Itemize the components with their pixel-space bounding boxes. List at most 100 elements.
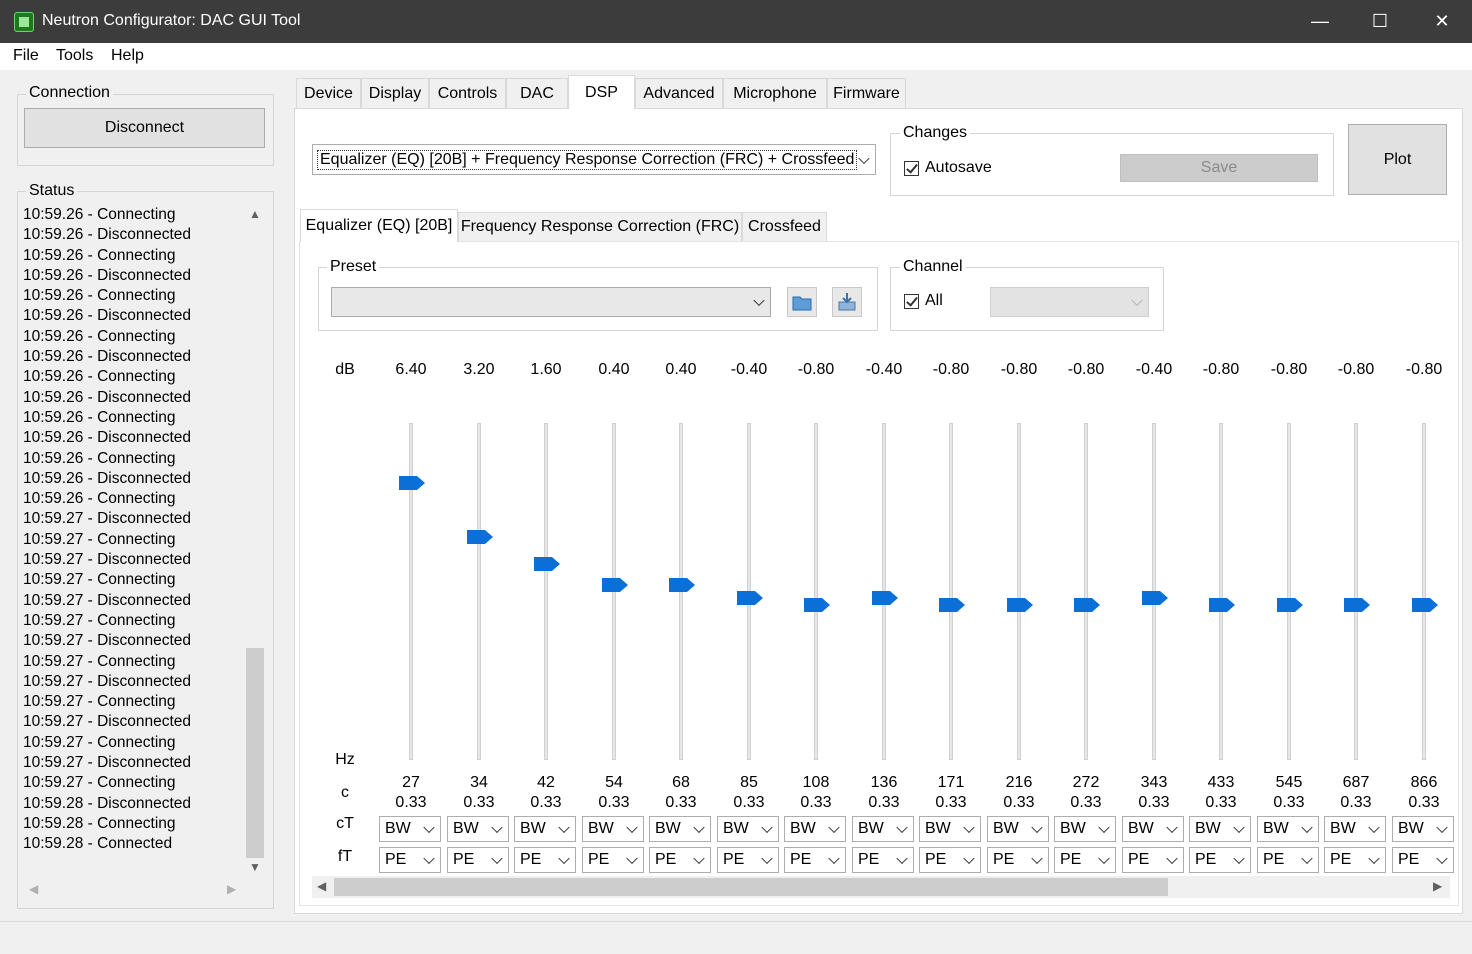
band-ft-select[interactable]: PE	[1392, 847, 1454, 873]
disconnect-button[interactable]: Disconnect	[24, 108, 265, 148]
scroll-left-icon[interactable]: ◀	[317, 879, 326, 893]
band-slider-track[interactable]	[544, 423, 548, 760]
channel-label: Channel	[900, 258, 966, 276]
band-ct-select[interactable]: BW	[649, 816, 711, 842]
band-ft-select[interactable]: PE	[717, 847, 779, 873]
band-slider-track[interactable]	[1084, 423, 1088, 760]
band-ct-select[interactable]: BW	[514, 816, 576, 842]
band-ft-select[interactable]: PE	[379, 847, 441, 873]
band-slider-thumb[interactable]	[533, 556, 561, 572]
band-slider-thumb[interactable]	[668, 577, 696, 593]
band-ft-select[interactable]: PE	[514, 847, 576, 873]
scroll-down-icon[interactable]: ▼	[249, 860, 261, 874]
minimize-button[interactable]: —	[1290, 0, 1350, 43]
scroll-up-icon[interactable]: ▲	[249, 207, 261, 221]
band-ft-select[interactable]: PE	[649, 847, 711, 873]
plot-button[interactable]: Plot	[1348, 124, 1447, 195]
band-ft-select[interactable]: PE	[1189, 847, 1251, 873]
band-slider-track[interactable]	[1422, 423, 1426, 760]
band-ct-select[interactable]: BW	[1122, 816, 1184, 842]
band-ft-select[interactable]: PE	[919, 847, 981, 873]
tab-microphone[interactable]: Microphone	[723, 78, 827, 108]
band-ct-select[interactable]: BW	[852, 816, 914, 842]
band-ct-select[interactable]: BW	[717, 816, 779, 842]
band-slider-thumb[interactable]	[1006, 597, 1034, 613]
band-slider-thumb[interactable]	[601, 577, 629, 593]
subtab-frc[interactable]: Frequency Response Correction (FRC)	[458, 212, 742, 241]
band-ct-select[interactable]: BW	[1392, 816, 1454, 842]
band-slider-thumb[interactable]	[1276, 597, 1304, 613]
band-slider-track[interactable]	[477, 423, 481, 760]
band-slider-thumb[interactable]	[1411, 597, 1439, 613]
band-ct-select[interactable]: BW	[1324, 816, 1386, 842]
band-slider-thumb[interactable]	[736, 590, 764, 606]
band-ft-select[interactable]: PE	[582, 847, 644, 873]
band-slider-track[interactable]	[814, 423, 818, 760]
band-ct-select[interactable]: BW	[987, 816, 1049, 842]
band-ct-select[interactable]: BW	[784, 816, 846, 842]
band-ct-select[interactable]: BW	[582, 816, 644, 842]
band-slider-thumb[interactable]	[398, 475, 426, 491]
band-slider-track[interactable]	[409, 423, 413, 760]
band-slider-thumb[interactable]	[938, 597, 966, 613]
band-ft-select[interactable]: PE	[1257, 847, 1319, 873]
subtab-equalizer[interactable]: Equalizer (EQ) [20B]	[300, 209, 458, 242]
band-ft-select[interactable]: PE	[784, 847, 846, 873]
scroll-right-icon[interactable]: ▶	[227, 882, 236, 896]
close-button[interactable]: ✕	[1412, 0, 1472, 43]
scroll-right-icon[interactable]: ▶	[1433, 879, 1442, 893]
band-slider-track[interactable]	[1219, 423, 1223, 760]
band-ft-select[interactable]: PE	[1122, 847, 1184, 873]
band-slider-thumb[interactable]	[803, 597, 831, 613]
band-slider-thumb[interactable]	[1343, 597, 1371, 613]
window-title: Neutron Configurator: DAC GUI Tool	[42, 12, 301, 29]
band-slider-track[interactable]	[1354, 423, 1358, 760]
band-ft-select[interactable]: PE	[852, 847, 914, 873]
channel-all-checkbox[interactable]	[904, 294, 919, 309]
band-ct-select[interactable]: BW	[1257, 816, 1319, 842]
band-slider-track[interactable]	[1287, 423, 1291, 760]
tab-device[interactable]: Device	[296, 78, 361, 108]
tab-advanced[interactable]: Advanced	[635, 78, 723, 108]
band-slider-thumb[interactable]	[1141, 590, 1169, 606]
band-ft-select[interactable]: PE	[1054, 847, 1116, 873]
preset-select[interactable]	[331, 287, 771, 317]
channel-select[interactable]	[990, 287, 1149, 317]
open-folder-button[interactable]	[787, 287, 817, 317]
band-slider-thumb[interactable]	[466, 529, 494, 545]
band-ft-select[interactable]: PE	[1324, 847, 1386, 873]
dsp-mode-select[interactable]: Equalizer (EQ) [20B] + Frequency Respons…	[312, 144, 876, 175]
band-slider-track[interactable]	[1017, 423, 1021, 760]
menu-file[interactable]: File	[13, 47, 39, 65]
band-ct-select[interactable]: BW	[379, 816, 441, 842]
band-ct-select[interactable]: BW	[1054, 816, 1116, 842]
status-vertical-scrollbar[interactable]: ▲ ▼	[245, 205, 265, 878]
subtab-crossfeed[interactable]: Crossfeed	[742, 212, 827, 241]
save-preset-button[interactable]	[832, 287, 862, 317]
eq-horizontal-scrollbar[interactable]: ◀ ▶	[312, 876, 1450, 898]
band-ct-select[interactable]: BW	[447, 816, 509, 842]
tab-firmware[interactable]: Firmware	[827, 78, 906, 108]
tab-dsp[interactable]: DSP	[568, 75, 635, 109]
band-slider-thumb[interactable]	[1208, 597, 1236, 613]
autosave-checkbox[interactable]	[904, 161, 919, 176]
tab-display[interactable]: Display	[361, 78, 429, 108]
band-slider-track[interactable]	[949, 423, 953, 760]
band-ft-select[interactable]: PE	[987, 847, 1049, 873]
maximize-button[interactable]: ☐	[1350, 0, 1410, 43]
status-scroll-thumb[interactable]	[246, 648, 264, 858]
tab-controls[interactable]: Controls	[429, 78, 506, 108]
band-ft-select[interactable]: PE	[447, 847, 509, 873]
band-slider-thumb[interactable]	[1073, 597, 1101, 613]
save-button[interactable]: Save	[1120, 154, 1318, 182]
band-ct-select[interactable]: BW	[919, 816, 981, 842]
band-slider-thumb[interactable]	[871, 590, 899, 606]
tab-dac[interactable]: DAC	[506, 78, 568, 108]
menu-tools[interactable]: Tools	[56, 47, 93, 65]
eq-scroll-thumb[interactable]	[334, 878, 1168, 896]
scroll-left-icon[interactable]: ◀	[29, 882, 38, 896]
band-ct-select[interactable]: BW	[1189, 816, 1251, 842]
menu-help[interactable]: Help	[111, 47, 144, 65]
status-line: 10:59.28 - Connected	[23, 835, 173, 853]
status-horizontal-scrollbar[interactable]: ◀ ▶	[23, 878, 265, 900]
